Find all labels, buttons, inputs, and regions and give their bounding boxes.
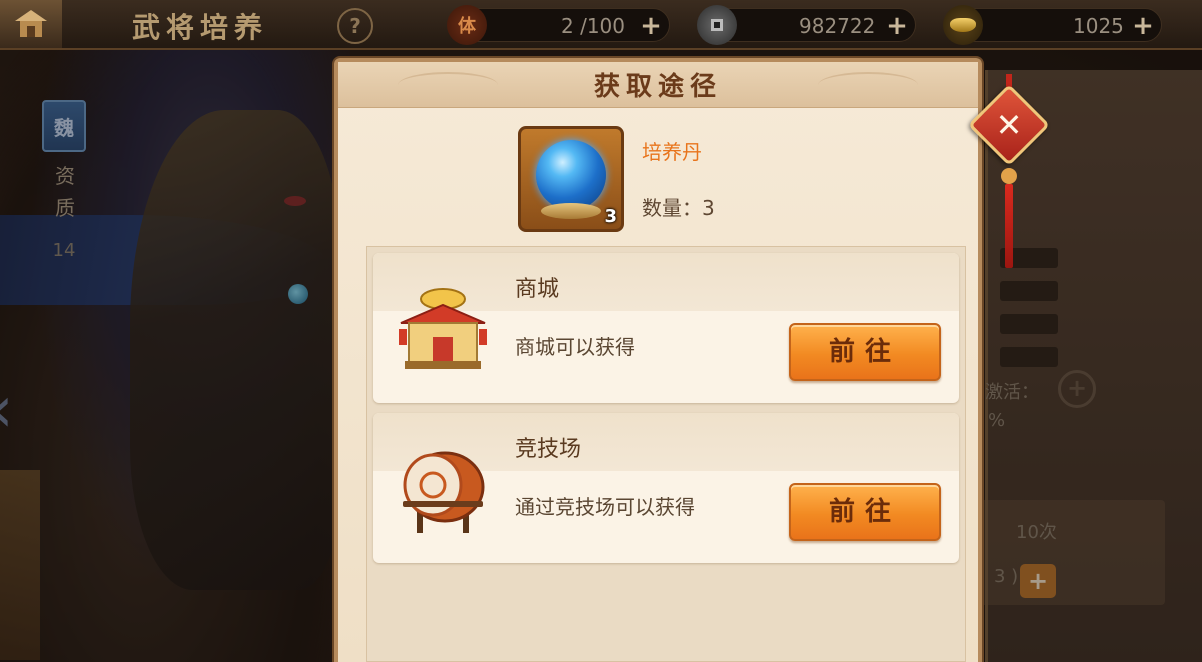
item-quantity: 数量：3 <box>642 196 715 220</box>
shop-icon <box>399 288 487 369</box>
coin-counter: 982722 + <box>697 5 916 45</box>
source-item-shop: 商城 商城可以获得 前往 <box>373 253 959 403</box>
goto-shop-button[interactable]: 前往 <box>789 323 941 381</box>
add-ingot-button[interactable]: + <box>1129 12 1157 40</box>
source-name: 竞技场 <box>515 437 582 462</box>
source-description: 商城可以获得 <box>515 335 635 359</box>
close-icon[interactable]: ✕ <box>980 96 1038 154</box>
acquire-dialog: 获取途径 3 培养丹 数量：3 商城 商城可以获得 前往 竞技场 通过竞技场可以… <box>334 58 982 662</box>
orb-stand <box>541 203 601 219</box>
cultivation-pill-icon <box>536 140 606 210</box>
stamina-icon: 体 <box>447 5 487 45</box>
source-name: 商城 <box>515 277 560 302</box>
page-title: 武将培养 <box>132 11 269 44</box>
top-bar: 武将培养 ? 体 2 /100 + 982722 + 1025 + <box>0 0 1202 50</box>
source-item-arena: 竞技场 通过竞技场可以获得 前往 <box>373 413 959 563</box>
drum-icon <box>403 451 485 533</box>
item-icon-frame: 3 <box>518 126 624 232</box>
goto-arena-button[interactable]: 前往 <box>789 483 941 541</box>
home-icon <box>15 10 47 37</box>
add-coin-button[interactable]: + <box>883 12 911 40</box>
coin-icon <box>697 5 737 45</box>
pendant-knot <box>1001 168 1017 184</box>
pendant-tassel <box>1005 184 1013 268</box>
dialog-title: 获取途径 <box>593 72 722 102</box>
source-list: 商城 商城可以获得 前往 竞技场 通过竞技场可以获得 前往 <box>366 246 966 662</box>
coin-value: 982722 <box>799 14 876 38</box>
gold-ingot-icon <box>943 5 983 45</box>
item-count-badge: 3 <box>604 206 617 227</box>
home-button[interactable] <box>0 0 62 48</box>
stamina-counter: 体 2 /100 + <box>447 5 670 45</box>
stamina-value: 2 /100 <box>561 14 625 38</box>
add-stamina-button[interactable]: + <box>637 12 665 40</box>
help-button[interactable]: ? <box>337 8 373 44</box>
source-description: 通过竞技场可以获得 <box>515 495 695 519</box>
item-name: 培养丹 <box>642 140 702 164</box>
ingot-counter: 1025 + <box>943 5 1162 45</box>
ingot-value: 1025 <box>1073 14 1124 38</box>
dialog-header: 获取途径 <box>338 62 978 108</box>
